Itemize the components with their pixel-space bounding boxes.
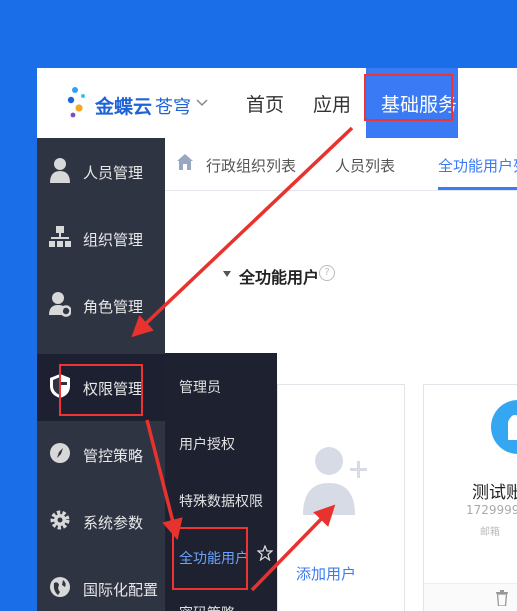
annotation-highlight-permissions xyxy=(59,364,143,416)
brand-name: 金蝶云 xyxy=(95,96,153,118)
sidebar-item-label: 系统参数 xyxy=(83,514,144,532)
sidebar-item-label: 角色管理 xyxy=(83,298,144,316)
tab-full-function-users[interactable]: 全功能用户列 xyxy=(438,155,517,176)
add-user-label: 添加用户 xyxy=(296,565,357,583)
active-tab-indicator xyxy=(438,187,517,190)
user-avatar-icon xyxy=(491,400,517,454)
tab-org-list[interactable]: 行政组织列表 xyxy=(206,155,296,176)
sidebar-item-label: 人员管理 xyxy=(83,164,144,182)
tab-bar: 行政组织列表 人员列表 全功能用户列 xyxy=(165,138,517,191)
kingdee-logo-icon xyxy=(67,87,85,118)
person-icon xyxy=(50,158,70,183)
sidebar-item-label: 组织管理 xyxy=(83,231,144,249)
submenu-item-password-policy[interactable]: 密码策略 xyxy=(179,603,235,611)
chevron-down-icon[interactable] xyxy=(195,96,209,110)
sidebar-item-organization[interactable]: 组织管理 xyxy=(37,205,165,272)
submenu-item-user-auth[interactable]: 用户授权 xyxy=(179,434,235,454)
sidebar-item-roles[interactable]: 角色管理 xyxy=(37,272,165,339)
caret-down-icon[interactable] xyxy=(222,269,232,279)
sidebar-item-label: 管控策略 xyxy=(83,447,144,465)
user-card-footer xyxy=(424,583,517,611)
trash-icon[interactable] xyxy=(495,590,509,606)
compass-icon xyxy=(50,443,70,463)
sidebar-item-label: 国际化配置 xyxy=(83,581,159,599)
add-user-icon xyxy=(303,447,367,515)
sidebar-item-i18n[interactable]: 国际化配置 xyxy=(37,555,165,611)
nav-apps[interactable]: 应用 xyxy=(313,90,351,117)
user-email: 邮箱 xyxy=(480,527,500,538)
user-name: 测试账 xyxy=(472,483,517,503)
submenu-item-special-data[interactable]: 特殊数据权限 xyxy=(179,491,263,511)
brand-product: 苍穹 xyxy=(155,97,191,118)
nav-home[interactable]: 首页 xyxy=(246,90,284,117)
sidebar-item-personnel[interactable]: 人员管理 xyxy=(37,138,165,205)
role-gear-icon xyxy=(49,292,71,317)
star-icon[interactable] xyxy=(257,545,273,561)
sidebar-item-system-params[interactable]: 系统参数 xyxy=(37,488,165,555)
annotation-highlight-nav xyxy=(364,74,453,121)
app-window: 金蝶云 苍穹 首页 应用 基础服务 人员管理 组织管理 角色管理 权限管理 管控… xyxy=(37,68,517,611)
user-card[interactable]: 测试账 17299999 邮箱 xyxy=(423,384,517,611)
top-navigation-bar: 金蝶云 苍穹 首页 应用 基础服务 xyxy=(37,68,517,138)
sidebar-item-control-policy[interactable]: 管控策略 xyxy=(37,421,165,488)
gear-icon xyxy=(50,510,70,530)
org-chart-icon xyxy=(49,226,71,247)
section-title: 全功能用户 xyxy=(239,268,320,287)
annotation-highlight-full-function xyxy=(172,527,248,590)
home-icon[interactable] xyxy=(176,153,194,171)
submenu-item-admin[interactable]: 管理员 xyxy=(179,377,221,397)
globe-icon xyxy=(50,577,70,597)
tab-personnel-list[interactable]: 人员列表 xyxy=(335,155,395,176)
user-phone: 17299999 xyxy=(466,503,517,517)
add-user-card[interactable]: 添加用户 xyxy=(277,384,405,611)
help-icon[interactable]: ? xyxy=(319,265,335,281)
